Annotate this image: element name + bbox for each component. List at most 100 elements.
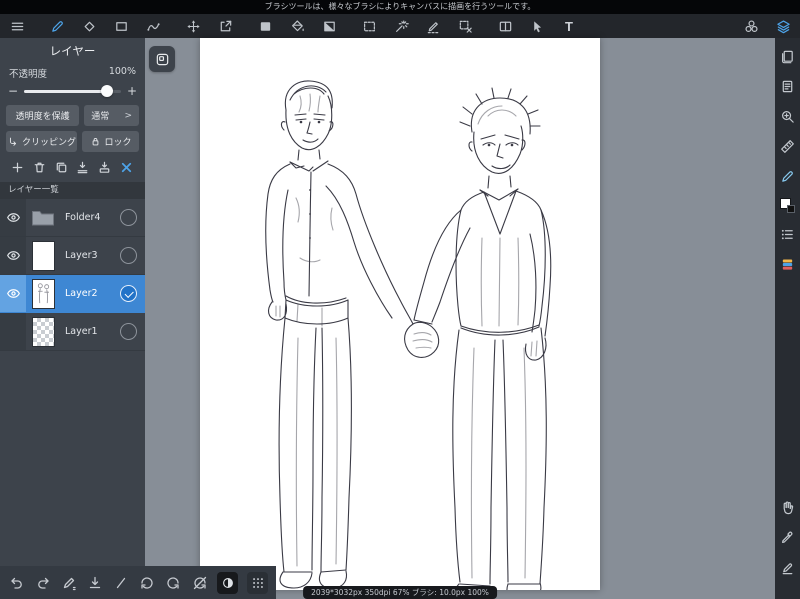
clipping-label: クリッピング [22, 138, 77, 148]
collapse-panel-icon [156, 53, 168, 65]
collapse-panel-button[interactable] [149, 46, 175, 72]
layer-thumbnail[interactable] [26, 278, 60, 309]
eraser-tool-button[interactable] [78, 15, 100, 37]
close-panel-button[interactable] [118, 159, 135, 176]
stylus-tool-button[interactable] [779, 559, 796, 576]
layer-row-folder4[interactable]: Folder4 [0, 199, 145, 237]
add-layer-button[interactable] [9, 159, 26, 176]
visibility-toggle[interactable] [0, 275, 26, 312]
pages-panel-icon [782, 50, 793, 64]
main-toolbar: T [0, 14, 800, 38]
eyedropper-tool-button[interactable] [779, 529, 796, 546]
blend-mode-label: 通常 [91, 112, 110, 122]
transfer-layer-button[interactable] [96, 159, 113, 176]
layer-thumbnail[interactable] [26, 209, 60, 227]
lasso-pen-button[interactable] [422, 15, 444, 37]
layer-select-circle[interactable] [120, 247, 137, 264]
visibility-toggle[interactable] [0, 199, 26, 236]
export-button[interactable] [214, 15, 236, 37]
zoom-panel-button[interactable] [779, 108, 796, 125]
document-panel-button[interactable] [779, 78, 796, 95]
menu-button[interactable] [6, 15, 28, 37]
export-icon [220, 20, 231, 31]
move-tool-button[interactable] [182, 15, 204, 37]
ruler-panel-button[interactable] [779, 138, 796, 155]
pages-panel-button[interactable] [779, 48, 796, 65]
eye-icon [6, 289, 20, 298]
visibility-toggle[interactable] [0, 237, 26, 274]
menu-icon [11, 22, 23, 30]
split-view-icon [499, 21, 511, 31]
canvas[interactable] [200, 38, 600, 590]
brush-tool-button[interactable] [46, 15, 68, 37]
layer-thumbnail[interactable] [26, 240, 60, 271]
brush-panel-button[interactable] [779, 168, 796, 185]
clipping-icon [10, 137, 17, 146]
pen-settings-button[interactable] [60, 574, 77, 592]
clipping-button[interactable]: クリッピング [6, 131, 78, 152]
scatter-tool-button[interactable] [142, 15, 164, 37]
deselect-button[interactable] [454, 15, 476, 37]
layers-icon [776, 19, 790, 33]
invert-icon [222, 577, 233, 588]
marquee-select-button[interactable] [358, 15, 380, 37]
color-sync-button[interactable] [740, 15, 762, 37]
line-tool-button[interactable] [113, 574, 130, 592]
background-color[interactable] [787, 205, 795, 213]
layer-row-layer1[interactable]: Layer1 [0, 313, 145, 351]
download-button[interactable] [86, 574, 103, 592]
opacity-minus-button[interactable]: − [8, 84, 18, 98]
delete-layer-button[interactable] [31, 159, 48, 176]
hand-tool-button[interactable] [779, 499, 796, 516]
shape-tool-button[interactable] [110, 15, 132, 37]
lasso-pen-icon [427, 21, 438, 33]
layer-row-layer2[interactable]: Layer2 [0, 275, 145, 313]
eye-icon [6, 251, 20, 260]
layer-select-circle[interactable] [120, 323, 137, 340]
rotate-reset-button[interactable] [191, 574, 208, 592]
layers-panel: レイヤー 不透明度 100% − + 透明度を保護 通常 > クリッピング ロッ… [0, 38, 145, 566]
undo-button[interactable] [8, 574, 25, 592]
opacity-slider[interactable] [24, 85, 121, 97]
undo-icon [10, 577, 22, 589]
bucket-tool-button[interactable] [286, 15, 308, 37]
lock-button[interactable]: ロック [82, 131, 139, 152]
text-tool-icon: T [565, 18, 573, 34]
grid-toggle-button[interactable] [247, 571, 269, 594]
opacity-plus-button[interactable]: + [127, 84, 137, 98]
palette-panel-button[interactable] [779, 256, 796, 273]
rotate-ccw-button[interactable] [139, 574, 156, 592]
visibility-toggle-off[interactable] [0, 313, 26, 350]
duplicate-layer-button[interactable] [53, 159, 70, 176]
protect-alpha-button[interactable]: 透明度を保護 [6, 105, 80, 126]
hint-text: ブラシツールは、様々なブラシによりキャンバスに描画を行うツールです。 [264, 2, 536, 11]
redo-icon [37, 577, 49, 589]
layer-thumbnail[interactable] [26, 316, 60, 347]
canvas-area[interactable]: 2039*3032px 350dpi 67% ブラシ: 10.0px 100% [145, 38, 775, 599]
layer-select-circle-checked[interactable] [120, 285, 137, 302]
list-panel-button[interactable] [779, 226, 796, 243]
redo-button[interactable] [34, 574, 51, 592]
blend-mode-button[interactable]: 通常 > [84, 105, 139, 126]
gradient-tool-button[interactable] [318, 15, 340, 37]
merge-down-button[interactable] [74, 159, 91, 176]
scatter-tool-icon [146, 22, 160, 31]
fill-rect-tool-button[interactable] [254, 15, 276, 37]
layer-select-circle[interactable] [120, 209, 137, 226]
layers-panel-button[interactable] [772, 15, 794, 37]
rotate-reset-icon [193, 576, 206, 589]
opacity-slider-knob[interactable] [101, 85, 114, 97]
opacity-slider-fill [24, 89, 108, 93]
invert-view-button[interactable] [217, 571, 239, 594]
eye-icon [6, 213, 20, 222]
hand-tool-icon [783, 501, 794, 515]
layer-row-layer3[interactable]: Layer3 [0, 237, 145, 275]
cursor-tool-button[interactable] [526, 15, 548, 37]
color-swatch[interactable] [780, 198, 795, 213]
split-view-button[interactable] [494, 15, 516, 37]
cursor-tool-icon [533, 20, 541, 32]
text-tool-button[interactable]: T [558, 15, 580, 37]
magic-wand-button[interactable] [390, 15, 412, 37]
rotate-cw-button[interactable] [165, 574, 182, 592]
deselect-icon [459, 20, 472, 33]
